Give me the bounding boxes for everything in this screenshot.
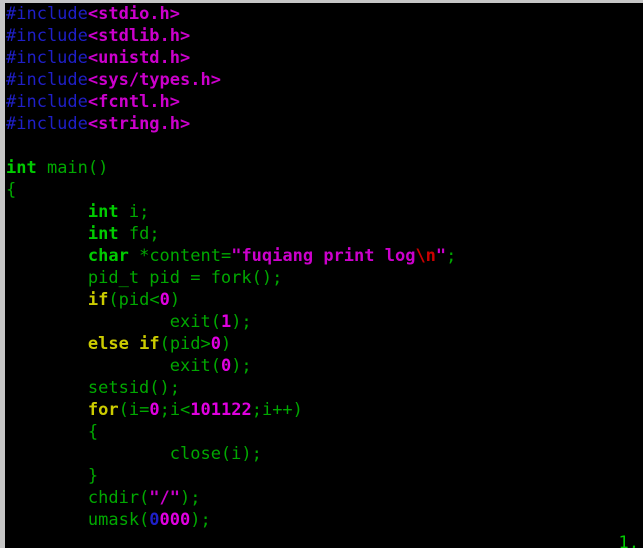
code-token: *content= bbox=[128, 246, 232, 266]
code-token: #include bbox=[6, 48, 88, 68]
cursor-position: 1, bbox=[618, 533, 639, 548]
code-token: else bbox=[87, 334, 129, 354]
code-token: ) bbox=[169, 290, 181, 310]
code-token: 0 bbox=[210, 334, 222, 354]
code-token: (pid> bbox=[159, 334, 211, 354]
code-line: chdir("/"); bbox=[5, 487, 643, 509]
vim-status-line: 1, bbox=[5, 532, 643, 548]
code-token: #include bbox=[6, 92, 88, 112]
terminal-window[interactable]: #include<stdio.h> #include<stdlib.h> #incl… bbox=[0, 0, 643, 548]
code-token: { bbox=[6, 422, 99, 442]
code-token: main() bbox=[36, 158, 109, 178]
code-line: int fd; bbox=[5, 223, 643, 245]
code-token: int bbox=[6, 158, 37, 178]
code-token: ;i++) bbox=[251, 400, 303, 420]
code-line: exit(1); bbox=[5, 311, 643, 333]
code-token: chdir( bbox=[6, 488, 150, 508]
code-token: <unistd.h> bbox=[87, 48, 191, 68]
code-line: else if(pid>0) bbox=[5, 333, 643, 355]
code-token: 0 bbox=[149, 400, 160, 420]
code-token: if bbox=[87, 290, 109, 310]
code-token: int bbox=[87, 202, 119, 222]
code-line: int main() bbox=[5, 157, 643, 179]
code-token: "/" bbox=[149, 488, 181, 508]
code-token: ; bbox=[446, 246, 457, 266]
code-token: "fuqiang print log bbox=[231, 246, 416, 266]
code-token: 0 bbox=[159, 290, 170, 310]
code-token: #include bbox=[6, 4, 88, 24]
code-token: setsid(); bbox=[6, 378, 180, 398]
code-line: setsid(); bbox=[5, 377, 643, 399]
code-token: ); bbox=[231, 356, 252, 376]
code-token: i; bbox=[118, 202, 150, 222]
code-token: exit( bbox=[6, 356, 221, 376]
code-token: <fcntl.h> bbox=[87, 92, 181, 112]
code-token: ); bbox=[190, 510, 211, 530]
code-line: #include<sys/types.h> bbox=[5, 69, 643, 91]
code-line: if(pid<0) bbox=[5, 289, 643, 311]
code-token: 1 bbox=[220, 312, 232, 332]
code-line: #include<stdlib.h> bbox=[5, 25, 643, 47]
code-token: exit( bbox=[6, 312, 221, 332]
code-line: close(i); bbox=[5, 443, 643, 465]
code-token: 101122 bbox=[190, 400, 252, 420]
code-token: 000 bbox=[159, 510, 191, 530]
code-token: ) bbox=[221, 334, 232, 354]
code-token: (i= bbox=[118, 400, 150, 420]
code-token: fd; bbox=[118, 224, 160, 244]
code-token: 0 bbox=[220, 356, 232, 376]
code-line: #include<string.h> bbox=[5, 113, 643, 135]
code-token: char bbox=[87, 246, 129, 266]
code-token: <stdlib.h> bbox=[87, 26, 191, 46]
code-token: (pid< bbox=[108, 290, 160, 310]
code-line: umask(0000); bbox=[5, 509, 643, 531]
code-line: { bbox=[5, 421, 643, 443]
code-line: pid_t pid = fork(); bbox=[5, 267, 643, 289]
code-line: #include<unistd.h> bbox=[5, 47, 643, 69]
code-token: { bbox=[6, 180, 17, 200]
code-token: if bbox=[139, 334, 160, 354]
code-token: umask( bbox=[6, 510, 150, 530]
code-token: 0 bbox=[149, 510, 160, 530]
code-line: for(i=0;i<101122;i++) bbox=[5, 399, 643, 421]
code-token: } bbox=[6, 466, 99, 486]
code-token: ); bbox=[180, 488, 201, 508]
code-token: \n bbox=[415, 246, 436, 266]
code-token: ); bbox=[231, 312, 252, 332]
code-token: int bbox=[87, 224, 119, 244]
code-token: #include bbox=[6, 114, 88, 134]
code-line: int i; bbox=[5, 201, 643, 223]
code-editor-buffer[interactable]: #include<stdio.h> #include<stdlib.h> #incl… bbox=[5, 3, 643, 548]
code-line: #include<stdio.h> bbox=[5, 3, 643, 25]
code-line: exit(0); bbox=[5, 355, 643, 377]
code-token: #include bbox=[6, 70, 88, 90]
code-line: char *content="fuqiang print log\n"; bbox=[5, 245, 643, 267]
code-token: #include bbox=[6, 26, 88, 46]
code-token: pid_t pid = fork(); bbox=[6, 268, 283, 288]
code-token: " bbox=[435, 246, 447, 266]
code-token: <stdio.h> bbox=[87, 4, 181, 24]
code-line: { bbox=[5, 179, 643, 201]
code-token: for bbox=[87, 400, 119, 420]
code-token: <string.h> bbox=[87, 114, 191, 134]
code-line: } bbox=[5, 465, 643, 487]
code-line: #include<fcntl.h> bbox=[5, 91, 643, 113]
code-token: <sys/types.h> bbox=[87, 70, 221, 90]
code-token: close(i); bbox=[6, 444, 262, 464]
code-token: ;i< bbox=[159, 400, 191, 420]
